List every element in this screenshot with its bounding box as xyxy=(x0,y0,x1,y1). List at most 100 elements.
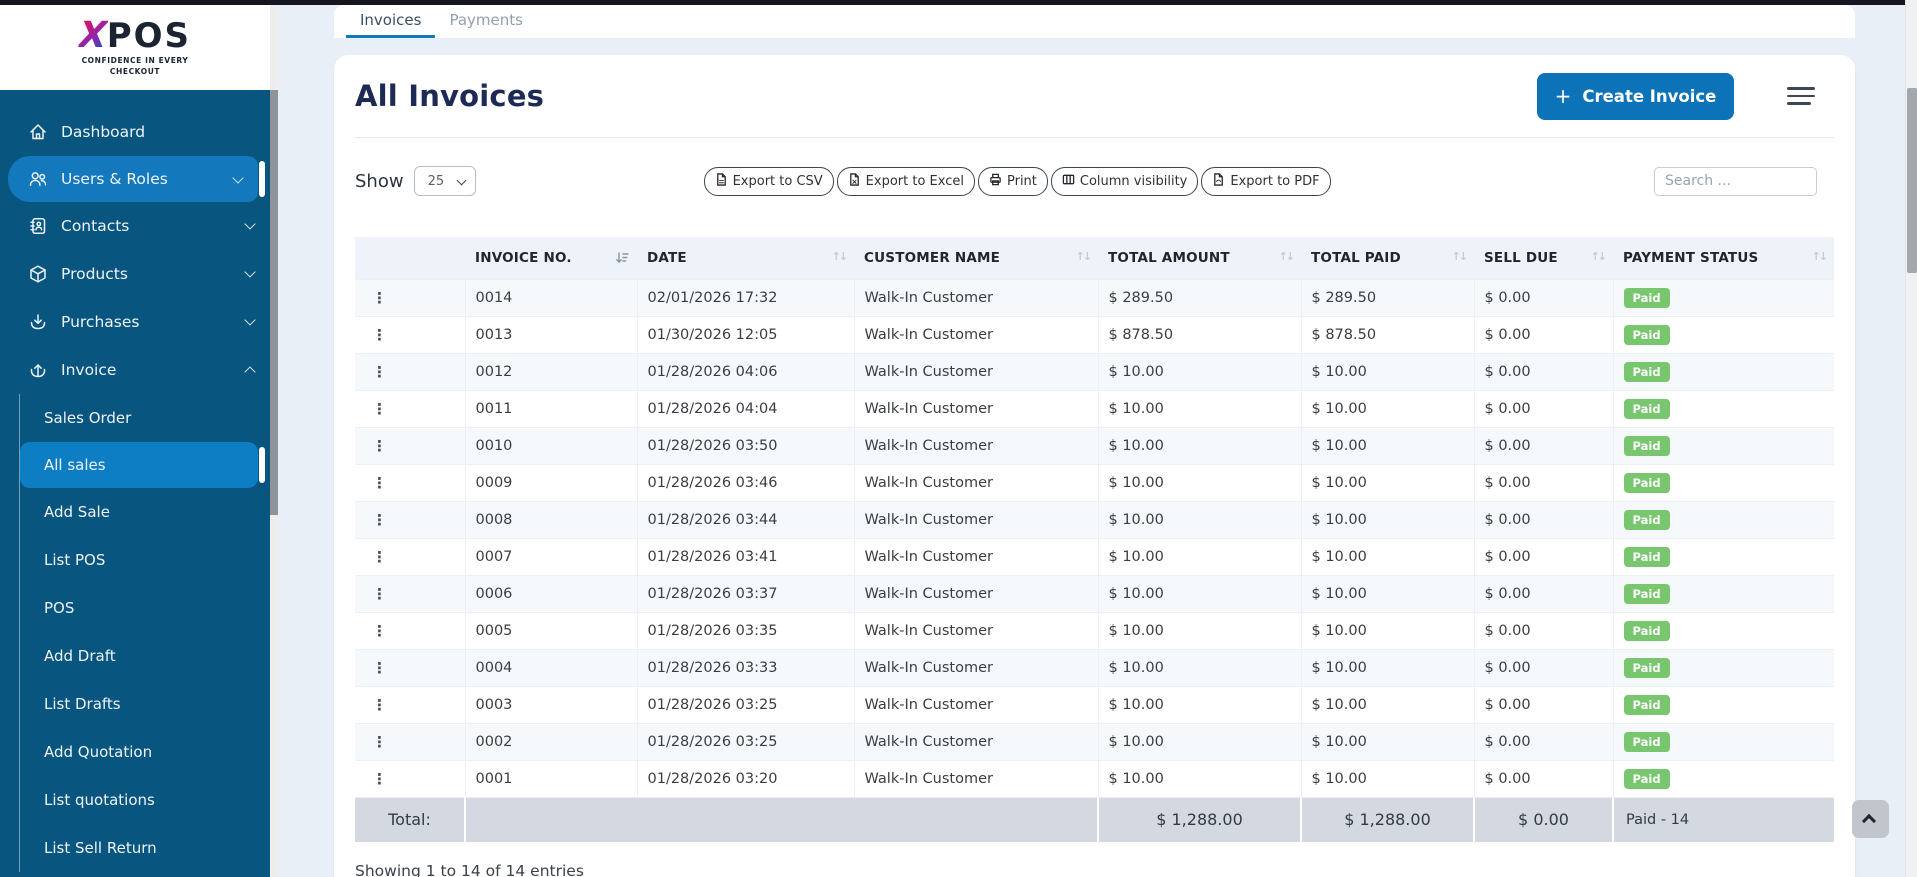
status-badge: Paid xyxy=(1624,732,1670,752)
cell-total-paid: $ 289.50 xyxy=(1301,279,1474,316)
row-actions-kebab-icon[interactable]: ⋮ xyxy=(372,622,387,640)
cell-total-paid: $ 10.00 xyxy=(1301,538,1474,575)
export-to-excel-button[interactable]: Export to Excel xyxy=(837,167,975,196)
table-row: ⋮ 0007 01/28/2026 03:41 Walk-In Customer… xyxy=(355,538,1834,575)
cell-customer-name: Walk-In Customer xyxy=(854,464,1098,501)
cell-payment-status: Paid xyxy=(1613,279,1834,316)
row-actions-kebab-icon[interactable]: ⋮ xyxy=(372,770,387,788)
row-actions-kebab-icon[interactable]: ⋮ xyxy=(372,585,387,603)
total-amount-sum: $ 1,288.00 xyxy=(1098,797,1301,842)
cell-date: 01/28/2026 03:35 xyxy=(637,612,854,649)
scroll-to-top-button[interactable] xyxy=(1852,800,1889,838)
sidebar-subitem-add-sale[interactable]: Add Sale xyxy=(20,488,270,536)
users-icon xyxy=(28,169,48,189)
cell-total-amount: $ 10.00 xyxy=(1098,501,1301,538)
row-actions-kebab-icon[interactable]: ⋮ xyxy=(372,400,387,418)
row-actions-kebab-icon[interactable]: ⋮ xyxy=(372,733,387,751)
page-scrollbar[interactable] xyxy=(1905,0,1917,877)
export-to-pdf-button[interactable]: Export to PDF xyxy=(1201,167,1330,196)
page-scrollbar-thumb[interactable] xyxy=(1907,88,1917,273)
row-actions-kebab-icon[interactable]: ⋮ xyxy=(372,548,387,566)
cell-customer-name: Walk-In Customer xyxy=(854,279,1098,316)
column-header-sell-due[interactable]: SELL DUE↑↓ xyxy=(1474,237,1613,279)
cell-total-paid: $ 878.50 xyxy=(1301,316,1474,353)
table-row: ⋮ 0009 01/28/2026 03:46 Walk-In Customer… xyxy=(355,464,1834,501)
sidebar-item-invoice[interactable]: Invoice xyxy=(0,346,270,394)
sidebar-subitem-list-quotations[interactable]: List quotations xyxy=(20,776,270,824)
show-label: Show xyxy=(355,171,404,192)
row-actions-kebab-icon[interactable]: ⋮ xyxy=(372,474,387,492)
sidebar-scrollbar[interactable] xyxy=(270,5,278,877)
column-header-payment-status[interactable]: PAYMENT STATUS↑↓ xyxy=(1613,237,1834,279)
table-toolbar: Show 25 Export to CSV Export to Excel Pr… xyxy=(355,165,1834,197)
cell-total-amount: $ 10.00 xyxy=(1098,390,1301,427)
row-actions-kebab-icon[interactable]: ⋮ xyxy=(372,437,387,455)
cell-customer-name: Walk-In Customer xyxy=(854,390,1098,427)
cell-invoice-no: 0003 xyxy=(465,686,637,723)
column-visibility-button[interactable]: Column visibility xyxy=(1051,167,1199,196)
row-actions-kebab-icon[interactable]: ⋮ xyxy=(372,659,387,677)
row-actions-kebab-icon[interactable]: ⋮ xyxy=(372,289,387,307)
sidebar-item-purchases[interactable]: Purchases xyxy=(0,298,270,346)
window-top-strip xyxy=(0,0,1917,5)
sidebar-subitem-add-quotation[interactable]: Add Quotation xyxy=(20,728,270,776)
cell-invoice-no: 0010 xyxy=(465,427,637,464)
column-header-invoice-no[interactable]: INVOICE NO. xyxy=(465,237,637,279)
print-button[interactable]: Print xyxy=(978,167,1048,196)
row-actions-kebab-icon[interactable]: ⋮ xyxy=(372,326,387,344)
sidebar-subitem-pos[interactable]: POS xyxy=(20,584,270,632)
cell-payment-status: Paid xyxy=(1613,353,1834,390)
cell-date: 01/28/2026 03:41 xyxy=(637,538,854,575)
sidebar-subitem-sales-order[interactable]: Sales Order xyxy=(20,394,270,442)
table-row: ⋮ 0002 01/28/2026 03:25 Walk-In Customer… xyxy=(355,723,1834,760)
cell-date: 01/28/2026 03:25 xyxy=(637,723,854,760)
sidebar-subitem-list-pos[interactable]: List POS xyxy=(20,536,270,584)
column-header-total-paid[interactable]: TOTAL PAID↑↓ xyxy=(1301,237,1474,279)
sidebar-scrollbar-thumb[interactable] xyxy=(270,90,278,515)
table-row: ⋮ 0004 01/28/2026 03:33 Walk-In Customer… xyxy=(355,649,1834,686)
search-input[interactable] xyxy=(1654,167,1817,196)
sort-icon: ↑↓ xyxy=(1591,250,1605,263)
cell-invoice-no: 0013 xyxy=(465,316,637,353)
sidebar-item-products[interactable]: Products xyxy=(0,250,270,298)
sidebar-item-contacts[interactable]: Contacts xyxy=(0,202,270,250)
sidebar-item-dashboard[interactable]: Dashboard xyxy=(0,108,270,156)
sidebar-subitem-all-sales[interactable]: All sales xyxy=(20,442,258,488)
cell-total-paid: $ 10.00 xyxy=(1301,760,1474,797)
tab-payments[interactable]: Payments xyxy=(435,5,536,38)
sidebar-subitem-list-drafts[interactable]: List Drafts xyxy=(20,680,270,728)
create-invoice-button[interactable]: + Create Invoice xyxy=(1537,73,1734,120)
cell-total-paid: $ 10.00 xyxy=(1301,649,1474,686)
cell-date: 01/28/2026 04:04 xyxy=(637,390,854,427)
tab-invoices[interactable]: Invoices xyxy=(346,5,435,38)
cell-customer-name: Walk-In Customer xyxy=(854,760,1098,797)
row-actions-kebab-icon[interactable]: ⋮ xyxy=(372,511,387,529)
cell-sell-due: $ 0.00 xyxy=(1474,723,1613,760)
column-header-date[interactable]: DATE↑↓ xyxy=(637,237,854,279)
cell-invoice-no: 0007 xyxy=(465,538,637,575)
sidebar-subitem-list-sell-return[interactable]: List Sell Return xyxy=(20,824,270,872)
row-actions-kebab-icon[interactable]: ⋮ xyxy=(372,696,387,714)
page-size-select[interactable]: 25 xyxy=(414,166,476,196)
cell-payment-status: Paid xyxy=(1613,649,1834,686)
cell-invoice-no: 0012 xyxy=(465,353,637,390)
row-actions-kebab-icon[interactable]: ⋮ xyxy=(372,363,387,381)
sort-icon: ↑↓ xyxy=(1279,250,1293,263)
cell-invoice-no: 0004 xyxy=(465,649,637,686)
total-row: Total: $ 1,288.00 $ 1,288.00 $ 0.00 Paid… xyxy=(355,797,1834,842)
table-row: ⋮ 0008 01/28/2026 03:44 Walk-In Customer… xyxy=(355,501,1834,538)
export-to-csv-button[interactable]: Export to CSV xyxy=(704,167,834,196)
cell-total-paid: $ 10.00 xyxy=(1301,427,1474,464)
cell-invoice-no: 0014 xyxy=(465,279,637,316)
sidebar-subitem-add-draft[interactable]: Add Draft xyxy=(20,632,270,680)
filter-icon[interactable] xyxy=(1787,86,1817,106)
column-header-customer-name[interactable]: CUSTOMER NAME↑↓ xyxy=(854,237,1098,279)
cell-total-amount: $ 10.00 xyxy=(1098,464,1301,501)
cell-date: 01/28/2026 03:25 xyxy=(637,686,854,723)
column-header-total-amount[interactable]: TOTAL AMOUNT↑↓ xyxy=(1098,237,1301,279)
cell-payment-status: Paid xyxy=(1613,723,1834,760)
chevron-up-icon xyxy=(1862,814,1876,828)
total-label: Total: xyxy=(355,797,465,842)
sidebar-item-users-roles[interactable]: Users & Roles xyxy=(8,156,258,202)
cell-date: 02/01/2026 17:32 xyxy=(637,279,854,316)
